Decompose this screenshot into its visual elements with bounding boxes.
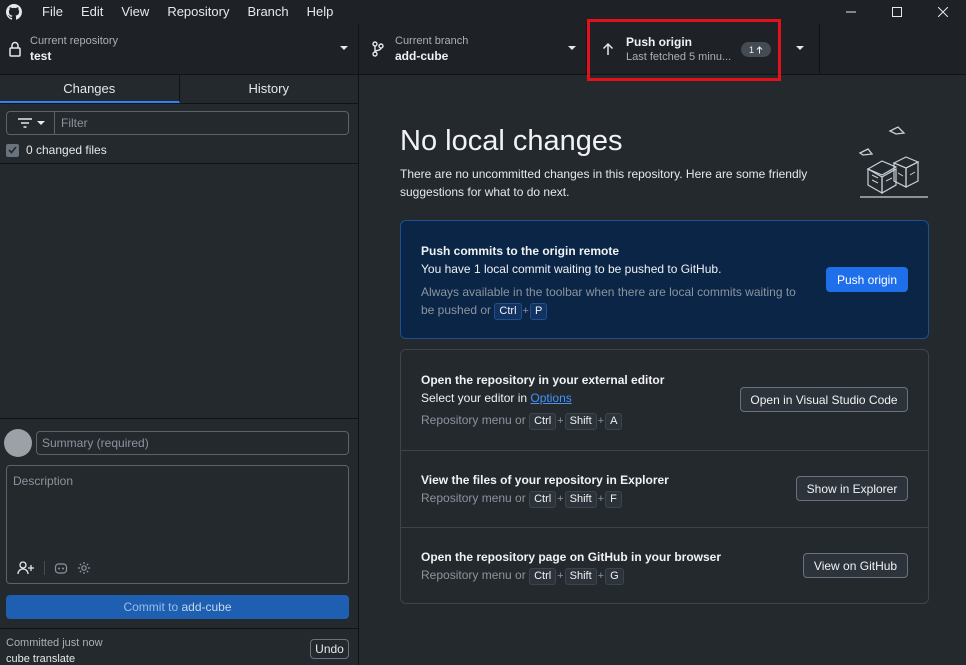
view-on-github-row: Open the repository page on GitHub in yo… [401, 527, 928, 603]
explorer-hint: Repository menu or Ctrl + Shift + F [421, 489, 622, 508]
show-in-explorer-button[interactable]: Show in Explorer [796, 476, 908, 501]
branch-label: Current branch [395, 35, 469, 47]
menu-bar: File Edit View Repository Branch Help [33, 0, 342, 24]
current-branch-button[interactable]: Current branch add-cube [359, 24, 587, 74]
branch-name: add-cube [395, 49, 449, 63]
repo-label: Current repository [30, 35, 119, 47]
commit-button-branch: add-cube [181, 600, 232, 614]
show-in-explorer-row: View the files of your repository in Exp… [401, 450, 928, 527]
maximize-icon[interactable] [874, 0, 920, 24]
last-commit-label: Committed just now [6, 637, 103, 649]
intro-text: There are no uncommitted changes in this… [400, 167, 808, 199]
main-panel: No local changes There are no uncommitte… [360, 75, 966, 665]
description-placeholder: Description [13, 474, 74, 488]
check-icon [8, 146, 17, 154]
gear-icon[interactable] [77, 561, 91, 575]
open-editor-hint-text: Repository menu or [421, 413, 526, 427]
open-editor-hint: Repository menu or Ctrl + Shift + A [421, 411, 623, 430]
divider [0, 163, 358, 164]
push-origin-highlight [587, 19, 781, 81]
changed-files-count: 0 changed files [26, 143, 107, 157]
minimize-icon[interactable] [828, 0, 874, 24]
explorer-hint-text: Repository menu or [421, 491, 526, 505]
shortcut-key-ctrl: Ctrl [494, 303, 522, 320]
commit-button[interactable]: Commit to add-cube [6, 595, 349, 619]
open-in-vscode-button[interactable]: Open in Visual Studio Code [740, 387, 908, 412]
chevron-down-icon[interactable] [795, 45, 805, 51]
filter-options-button[interactable] [7, 112, 55, 134]
shortcut-key-f: F [605, 491, 622, 508]
push-card-title: Push commits to the origin remote [421, 244, 620, 258]
github-title: Open the repository page on GitHub in yo… [421, 550, 722, 564]
select-all-checkbox[interactable] [6, 143, 19, 157]
github-hint: Repository menu or Ctrl + Shift + G [421, 566, 624, 585]
shortcut-key-g: G [605, 568, 624, 585]
copilot-icon[interactable] [54, 561, 68, 575]
avatar [4, 429, 32, 457]
menu-branch[interactable]: Branch [238, 0, 297, 24]
last-commit-panel: Committed just now cube translate Undo [0, 628, 358, 665]
open-editor-body: Select your editor in Options [421, 391, 572, 405]
tab-changes[interactable]: Changes [0, 75, 180, 103]
menu-help[interactable]: Help [298, 0, 343, 24]
close-icon[interactable] [920, 0, 966, 24]
shortcut-key-ctrl: Ctrl [529, 491, 557, 508]
push-card-hint-text: Always available in the toolbar when the… [421, 285, 796, 317]
filter-bar [6, 111, 349, 135]
description-toolbar [17, 561, 91, 575]
push-commits-card: Push commits to the origin remote You ha… [400, 220, 929, 339]
options-link[interactable]: Options [530, 391, 571, 405]
commit-message-area: Description Commit to add-cube [0, 418, 358, 628]
page-title: No local changes [400, 125, 623, 157]
view-on-github-button[interactable]: View on GitHub [803, 553, 908, 578]
menu-repository[interactable]: Repository [158, 0, 238, 24]
github-hint-text: Repository menu or [421, 568, 526, 582]
current-repository-button[interactable]: Current repository test [0, 24, 359, 74]
title-bar: File Edit View Repository Branch Help [0, 0, 966, 24]
chevron-down-icon [340, 46, 348, 50]
divider [44, 561, 45, 575]
shortcut-key-ctrl: Ctrl [529, 413, 557, 430]
github-logo-icon [0, 0, 28, 24]
push-card-hint: Always available in the toolbar when the… [421, 283, 811, 320]
lock-icon [0, 41, 30, 57]
sidebar-tabs: Changes History [0, 75, 358, 104]
add-coauthor-icon[interactable] [17, 561, 35, 575]
chevron-down-icon [36, 120, 45, 125]
shortcut-key-a: A [605, 413, 623, 430]
shortcut-key-p: P [529, 303, 548, 320]
chevron-down-icon [568, 46, 576, 50]
commit-button-prefix: Commit to [123, 600, 179, 614]
branch-icon [363, 41, 393, 57]
undo-button[interactable]: Undo [310, 639, 349, 659]
menu-view[interactable]: View [112, 0, 158, 24]
last-commit-title: cube translate [6, 653, 76, 665]
push-card-body: You have 1 local commit waiting to be pu… [421, 262, 722, 276]
sidebar: Changes History 0 changed files Descript… [0, 75, 359, 665]
suggestions-card-group: Open the repository in your external edi… [400, 349, 929, 604]
filter-input[interactable] [55, 112, 348, 134]
description-field[interactable]: Description [6, 465, 349, 584]
open-editor-row: Open the repository in your external edi… [401, 350, 928, 450]
open-editor-body-text: Select your editor in [421, 391, 531, 405]
shortcut-key-shift: Shift [564, 413, 597, 430]
window-controls [828, 0, 966, 24]
toolbar: Current repository test Current branch a… [0, 24, 966, 75]
empty-state-illustration [858, 126, 928, 198]
menu-edit[interactable]: Edit [72, 0, 112, 24]
open-editor-title: Open the repository in your external edi… [421, 373, 665, 387]
shortcut-key-shift: Shift [564, 491, 597, 508]
summary-input[interactable] [36, 431, 349, 455]
changed-files-row: 0 changed files [6, 142, 107, 158]
menu-file[interactable]: File [33, 0, 72, 24]
tab-history[interactable]: History [180, 75, 359, 103]
push-origin-card-button[interactable]: Push origin [826, 267, 908, 292]
explorer-title: View the files of your repository in Exp… [421, 473, 669, 487]
repo-name: test [30, 49, 52, 63]
filter-icon [17, 118, 32, 128]
shortcut-key-ctrl: Ctrl [529, 568, 557, 585]
shortcut-key-shift: Shift [564, 568, 597, 585]
